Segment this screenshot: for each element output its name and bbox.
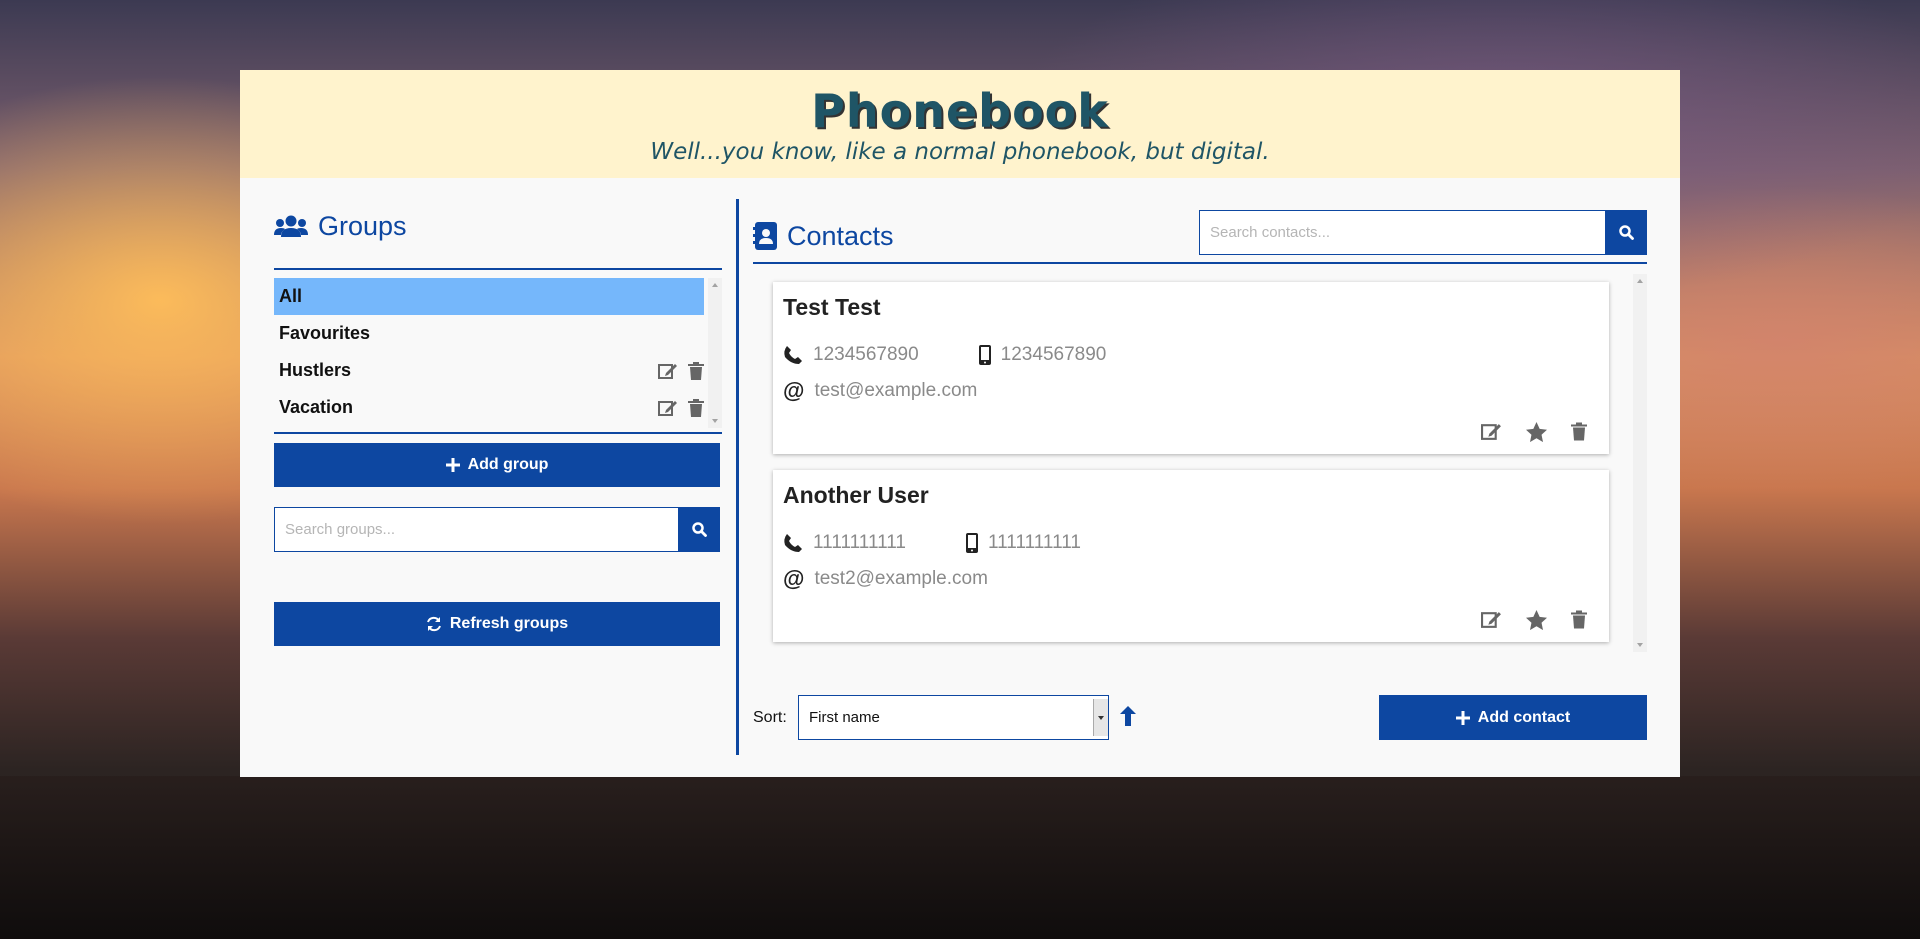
group-label: Favourites [279, 323, 371, 343]
group-search-button[interactable] [678, 507, 720, 552]
at-sign-icon: @ [783, 566, 805, 591]
phonebook-app: Phonebook Well...you know, like a normal… [240, 70, 1680, 777]
contact-card[interactable]: Test Test 1234567890 1234567890 @ test@e… [773, 282, 1609, 454]
contact-phones: 1234567890 1234567890 [783, 344, 1599, 366]
edit-icon[interactable] [658, 399, 678, 417]
group-actions [658, 398, 704, 417]
group-list: All Favourites Hustlers Vacation [274, 268, 722, 434]
group-item-favourites[interactable]: Favourites [274, 315, 704, 352]
contact-search [1199, 209, 1647, 255]
contacts-panel: Contacts Test Test 1234567890 1234567890 [753, 206, 1647, 652]
contacts-heading: Contacts [753, 216, 894, 256]
star-icon[interactable] [1526, 422, 1547, 442]
contact-name: Test Test [783, 294, 881, 320]
contact-actions [1481, 422, 1587, 442]
chevron-down-icon[interactable] [1093, 699, 1108, 736]
group-item-all[interactable]: All [274, 278, 704, 315]
contact-phone: 1111111111 [813, 532, 906, 553]
contact-phone: 1234567890 [813, 344, 919, 365]
mobile-phone-icon [965, 533, 978, 553]
contact-email: test2@example.com [814, 568, 988, 589]
sort-ascending-arrow-icon[interactable] [1119, 705, 1137, 727]
plus-icon [445, 458, 460, 472]
group-search [274, 507, 720, 552]
trash-icon[interactable] [1571, 422, 1587, 442]
contacts-footer: Sort: First name Add contact [753, 695, 1647, 740]
contact-name: Another User [783, 482, 929, 508]
contact-card[interactable]: Another User 1111111111 1111111111 @ tes… [773, 470, 1609, 642]
contact-phones: 1111111111 1111111111 [783, 532, 1599, 554]
group-actions [658, 361, 704, 380]
users-icon [274, 215, 308, 237]
group-item-vacation[interactable]: Vacation [274, 389, 704, 426]
trash-icon[interactable] [688, 398, 704, 417]
app-header: Phonebook Well...you know, like a normal… [240, 70, 1680, 178]
group-label: Hustlers [279, 360, 352, 380]
sort-selected-value: First name [809, 709, 880, 726]
contact-search-button[interactable] [1605, 209, 1647, 255]
mobile-phone-icon [978, 345, 991, 365]
groups-title: Groups [318, 210, 407, 241]
contact-mobile: 1111111111 [987, 532, 1081, 553]
scroll-down-arrow-icon[interactable] [1637, 643, 1643, 647]
groups-panel: Groups All Favourites Hustlers Vacation [274, 206, 722, 646]
scroll-down-arrow-icon[interactable] [712, 419, 718, 423]
group-label: All [279, 286, 303, 306]
sort-select[interactable]: First name [798, 695, 1109, 740]
edit-icon[interactable] [1481, 610, 1502, 630]
panel-divider [736, 199, 739, 755]
contact-list-scrollbar[interactable] [1633, 274, 1647, 652]
refresh-groups-label: Refresh groups [449, 615, 569, 632]
add-group-button[interactable]: Add group [274, 443, 720, 487]
refresh-groups-button[interactable]: Refresh groups [274, 602, 720, 646]
scroll-up-arrow-icon[interactable] [712, 283, 718, 287]
contacts-header: Contacts [753, 206, 1647, 264]
plus-icon [1455, 710, 1470, 725]
background-bottom [0, 776, 1920, 939]
trash-icon[interactable] [1571, 610, 1587, 630]
group-list-scrollbar[interactable] [708, 278, 722, 428]
edit-icon[interactable] [1481, 422, 1502, 442]
at-sign-icon: @ [783, 378, 805, 403]
group-item-hustlers[interactable]: Hustlers [274, 352, 704, 389]
scroll-up-arrow-icon[interactable] [1637, 279, 1643, 283]
add-contact-label: Add contact [1477, 708, 1571, 726]
contact-actions [1481, 610, 1587, 630]
contact-list: Test Test 1234567890 1234567890 @ test@e… [753, 274, 1647, 652]
phone-icon [783, 345, 803, 365]
search-icon [1618, 224, 1634, 240]
contact-email-row: @ test@example.com [783, 378, 1599, 404]
trash-icon[interactable] [688, 361, 704, 380]
add-contact-button[interactable]: Add contact [1379, 695, 1647, 740]
contact-email: test@example.com [814, 380, 978, 401]
address-book-icon [753, 222, 777, 250]
contact-search-input[interactable] [1199, 209, 1605, 255]
refresh-icon [426, 616, 442, 632]
app-title: Phonebook [811, 84, 1109, 138]
contact-email-row: @ test2@example.com [783, 566, 1599, 592]
sort-label: Sort: [753, 709, 787, 726]
star-icon[interactable] [1526, 610, 1547, 630]
search-icon [691, 522, 707, 537]
contact-mobile: 1234567890 [1000, 344, 1107, 365]
contacts-title: Contacts [787, 220, 894, 251]
groups-heading: Groups [274, 206, 722, 246]
app-subtitle: Well...you know, like a normal phonebook… [650, 139, 1270, 165]
group-search-input[interactable] [274, 507, 678, 552]
group-label: Vacation [279, 397, 354, 417]
edit-icon[interactable] [658, 362, 678, 380]
phone-icon [783, 533, 803, 553]
add-group-label: Add group [467, 456, 549, 473]
